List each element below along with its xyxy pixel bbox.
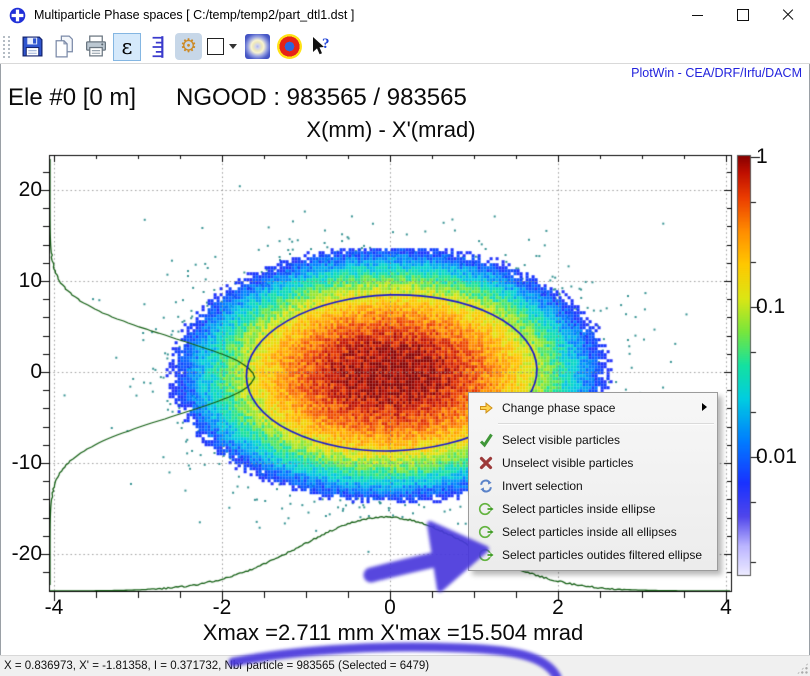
copy-button[interactable] [49,32,79,61]
toolbar: ε ⚙ ? [0,30,810,64]
resize-grip[interactable] [796,662,809,675]
element-label: Ele #0 [0 m] [8,84,136,112]
menu-item-select-visible[interactable]: Select visible particles [470,428,716,451]
window-title: Multiparticle Phase spaces [ C:/temp/tem… [34,8,354,22]
save-button[interactable] [17,32,47,61]
ellipse-inside-all-icon [477,524,495,540]
status-bar: X = 0.836973, X' = -1.81358, I = 0.37173… [0,655,810,676]
gear-icon: ⚙ [180,35,197,58]
plotwin-credit: PlotWin - CEA/DRF/Irfu/DACM [631,66,802,80]
help-cursor-icon: ? [309,36,333,58]
menu-separator [498,423,714,425]
colorbar-tick-label: 0.1 [756,295,785,319]
cross-icon [477,455,495,471]
shape-dropdown-caret-icon[interactable] [229,44,237,49]
chart-title: X(mm) - X'(mrad) [0,117,782,143]
y-tick-label: 10 [0,269,42,293]
svg-text:?: ? [322,36,330,52]
scale-button[interactable] [143,32,173,61]
context-menu: Change phase space Select visible partic… [468,392,718,571]
x-tick-label: 4 [696,596,756,620]
settings-button[interactable]: ⚙ [175,33,202,60]
app-icon [9,7,26,24]
x-tick-label: 2 [528,596,588,620]
print-button[interactable] [81,32,111,61]
maximize-icon [737,9,749,21]
menu-item-invert-selection[interactable]: Invert selection [470,474,716,497]
emittance-epsilon-button[interactable]: ε [113,33,141,61]
minimize-icon [692,15,703,16]
print-icon [83,34,109,59]
y-tick-label: -10 [0,451,42,475]
menu-item-change-phase-space[interactable]: Change phase space [470,396,716,420]
x-tick-label: -4 [24,596,84,620]
density-halo-button[interactable] [242,32,272,61]
y-tick-label: 0 [0,360,42,384]
plotwin-window: Multiparticle Phase spaces [ C:/temp/tem… [0,0,810,676]
shape-select-button[interactable] [204,32,226,61]
ellipse-outside-icon [477,547,495,563]
menu-item-select-inside-ellipse[interactable]: Select particles inside ellipse [470,497,716,520]
copy-icon [52,34,77,59]
ruler-icon [147,34,169,60]
x-tick-label: 0 [360,596,420,620]
density-rings-button[interactable] [274,32,304,61]
minimize-button[interactable] [675,0,720,30]
y-tick-label: 20 [0,178,42,202]
epsilon-icon: ε [122,37,133,57]
ellipse-inside-icon [477,501,495,517]
maximize-button[interactable] [720,0,765,30]
menu-item-select-outside-filtered-ellipse[interactable]: Select particles outides filtered ellips… [470,543,716,566]
colorbar-tick-label: 1 [756,145,768,169]
density-halo-icon [245,34,270,59]
ngood-counter: NGOOD : 983565 / 983565 [176,84,467,112]
close-button[interactable] [765,0,810,30]
beam-extent-stats: Xmax =2.711 mm X'max =15.504 mrad [0,620,786,646]
close-icon [782,9,794,21]
submenu-arrow-icon [702,403,707,411]
colorbar-tick-label: 0.01 [756,445,797,469]
x-tick-label: -2 [192,596,252,620]
check-icon [477,432,495,448]
square-shape-icon [207,38,224,55]
menu-item-select-inside-all-ellipses[interactable]: Select particles inside all ellipses [470,520,716,543]
context-help-button[interactable]: ? [306,32,336,61]
y-tick-label: -20 [0,542,42,566]
titlebar: Multiparticle Phase spaces [ C:/temp/tem… [0,0,810,31]
status-text: X = 0.836973, X' = -1.81358, I = 0.37173… [4,660,429,672]
toolbar-grip-handle[interactable] [3,36,10,58]
density-rings-icon [277,34,302,59]
save-icon [20,34,45,59]
invert-icon [477,478,495,494]
menu-item-unselect-visible[interactable]: Unselect visible particles [470,451,716,474]
phase-space-arrow-icon [477,400,495,416]
